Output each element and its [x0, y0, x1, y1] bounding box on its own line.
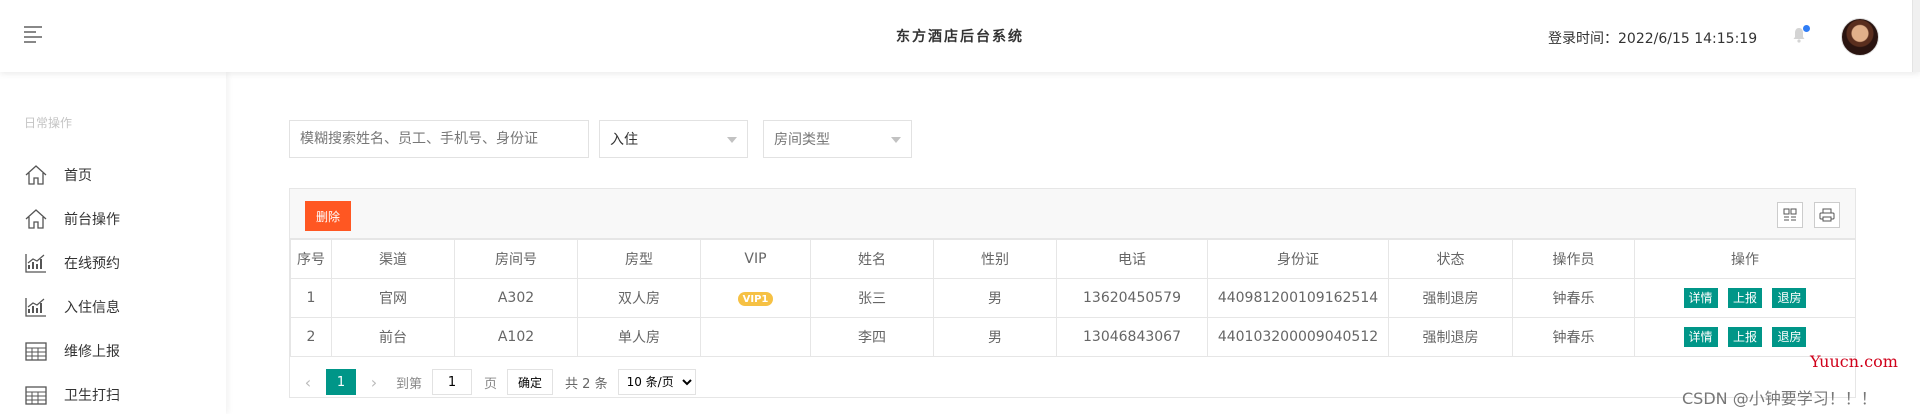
- column-header[interactable]: 性别: [933, 239, 1057, 279]
- status-select-value: 入住: [610, 132, 638, 148]
- notification-dot: [1803, 25, 1810, 32]
- sidebar-item-label: 卫生打扫: [64, 388, 120, 404]
- cell-id-card: 440103200009040512: [1207, 317, 1389, 357]
- column-header[interactable]: 房间号: [454, 239, 578, 279]
- column-header[interactable]: 操作员: [1512, 239, 1635, 279]
- cell-channel: 官网: [331, 278, 455, 318]
- sidebar-section-label: 日常操作: [24, 116, 73, 130]
- checkin-table: 序号 渠道 房间号 房型 VIP 姓名 性别 电话 身份证 状态 操作员 操作 …: [290, 239, 1856, 357]
- column-header[interactable]: 渠道: [331, 239, 455, 279]
- report-button[interactable]: 上报: [1727, 327, 1762, 347]
- cell-operator: 钟春乐: [1512, 317, 1635, 357]
- chart-icon: [25, 298, 46, 317]
- print-icon[interactable]: [1814, 202, 1840, 228]
- table-row[interactable]: 2 前台 A102 单人房 李四 男 13046843067 440103200…: [290, 317, 1856, 357]
- cell-operator: 钟春乐: [1512, 278, 1635, 318]
- cell-status: 强制退房: [1388, 278, 1513, 318]
- checkout-button[interactable]: 退房: [1772, 288, 1807, 308]
- login-time: 登录时间：2022/6/15 14:15:19: [1548, 31, 1758, 47]
- cell-room: A302: [454, 278, 578, 318]
- sidebar-item-label: 首页: [64, 168, 92, 184]
- report-button[interactable]: 上报: [1727, 288, 1762, 308]
- cell-room-type: 双人房: [577, 278, 701, 318]
- column-header[interactable]: 状态: [1388, 239, 1513, 279]
- cell-room-type: 单人房: [577, 317, 701, 357]
- sidebar-item-checkin-info[interactable]: 入住信息: [24, 292, 120, 322]
- cell-gender: 男: [933, 317, 1057, 357]
- checkout-button[interactable]: 退房: [1772, 327, 1807, 347]
- site-watermark: Yuucn.com: [1810, 352, 1898, 371]
- cell-name: 张三: [810, 278, 934, 318]
- sidebar-item-label: 维修上报: [64, 344, 120, 360]
- search-input[interactable]: [289, 120, 589, 158]
- room-type-select[interactable]: 房间类型: [763, 120, 912, 158]
- column-filter-icon[interactable]: [1777, 202, 1803, 228]
- window-scrollbar[interactable]: [1912, 0, 1920, 72]
- table-header-row: 序号 渠道 房间号 房型 VIP 姓名 性别 电话 身份证 状态 操作员 操作: [290, 239, 1856, 279]
- column-header[interactable]: 房型: [577, 239, 701, 279]
- page-current[interactable]: 1: [326, 369, 356, 395]
- table-toolbar: 删除: [290, 189, 1855, 239]
- sidebar-item-repair-report[interactable]: 维修上报: [24, 336, 120, 366]
- column-header[interactable]: 序号: [290, 239, 332, 279]
- prev-page-icon[interactable]: ‹: [298, 373, 318, 392]
- cell-gender: 男: [933, 278, 1057, 318]
- pagination: ‹ 1 › 到第 页 确定 共 2 条 10 条/页: [290, 367, 1855, 397]
- sidebar-item-label: 前台操作: [64, 212, 120, 228]
- home-icon: [25, 165, 47, 185]
- user-avatar[interactable]: [1841, 18, 1879, 56]
- sidebar-item-front-desk[interactable]: 前台操作: [24, 204, 120, 234]
- cell-actions: 详情 上报 退房: [1634, 278, 1856, 318]
- sidebar-item-cleaning[interactable]: 卫生打扫: [24, 380, 120, 410]
- detail-button[interactable]: 详情: [1683, 327, 1718, 347]
- cell-room: A102: [454, 317, 578, 357]
- column-header[interactable]: 电话: [1056, 239, 1208, 279]
- chevron-down-icon: [891, 137, 901, 143]
- chevron-down-icon: [727, 137, 737, 143]
- goto-confirm-button[interactable]: 确定: [507, 369, 554, 395]
- cell-channel: 前台: [331, 317, 455, 357]
- column-header[interactable]: 操作: [1634, 239, 1856, 279]
- cell-vip: VIP1: [700, 278, 811, 318]
- cell-vip: [700, 317, 811, 357]
- room-type-placeholder: 房间类型: [774, 132, 830, 148]
- column-header[interactable]: 姓名: [810, 239, 934, 279]
- data-table-panel: 删除 序号 渠道 房间号 房型 VIP 姓名 性别 电话 身份证 状态 操作员 …: [289, 188, 1856, 398]
- cell-actions: 详情 上报 退房: [1634, 317, 1856, 357]
- author-watermark: CSDN @小钟要学习！！！: [1682, 389, 1877, 408]
- calendar-icon: [25, 386, 47, 405]
- page-size-select[interactable]: 10 条/页: [617, 369, 696, 395]
- sidebar-item-label: 在线预约: [64, 256, 120, 272]
- cell-status: 强制退房: [1388, 317, 1513, 357]
- next-page-icon[interactable]: ›: [364, 373, 384, 392]
- total-count: 共 2 条: [565, 376, 608, 392]
- vip-badge: VIP1: [737, 292, 774, 307]
- cell-name: 李四: [810, 317, 934, 357]
- table-row[interactable]: 1 官网 A302 双人房 VIP1 张三 男 13620450579 4409…: [290, 278, 1856, 318]
- cell-index: 1: [290, 278, 332, 318]
- column-header[interactable]: 身份证: [1207, 239, 1389, 279]
- delete-button[interactable]: 删除: [305, 201, 351, 231]
- home-icon: [25, 209, 47, 229]
- sidebar-item-home[interactable]: 首页: [24, 160, 92, 190]
- detail-button[interactable]: 详情: [1683, 288, 1718, 308]
- top-header: 东方酒店后台系统 登录时间：2022/6/15 14:15:19: [0, 0, 1920, 72]
- column-header[interactable]: VIP: [700, 239, 811, 279]
- sidebar-item-label: 入住信息: [64, 300, 120, 316]
- goto-page-input[interactable]: [432, 369, 473, 395]
- calendar-icon: [25, 342, 47, 361]
- cell-index: 2: [290, 317, 332, 357]
- goto-label: 到第: [396, 376, 423, 392]
- status-select[interactable]: 入住: [599, 120, 748, 158]
- cell-id-card: 440981200109162514: [1207, 278, 1389, 318]
- page-unit-label: 页: [484, 376, 498, 392]
- sidebar-item-online-booking[interactable]: 在线预约: [24, 248, 120, 278]
- cell-phone: 13620450579: [1056, 278, 1208, 318]
- chart-icon: [25, 254, 46, 273]
- cell-phone: 13046843067: [1056, 317, 1208, 357]
